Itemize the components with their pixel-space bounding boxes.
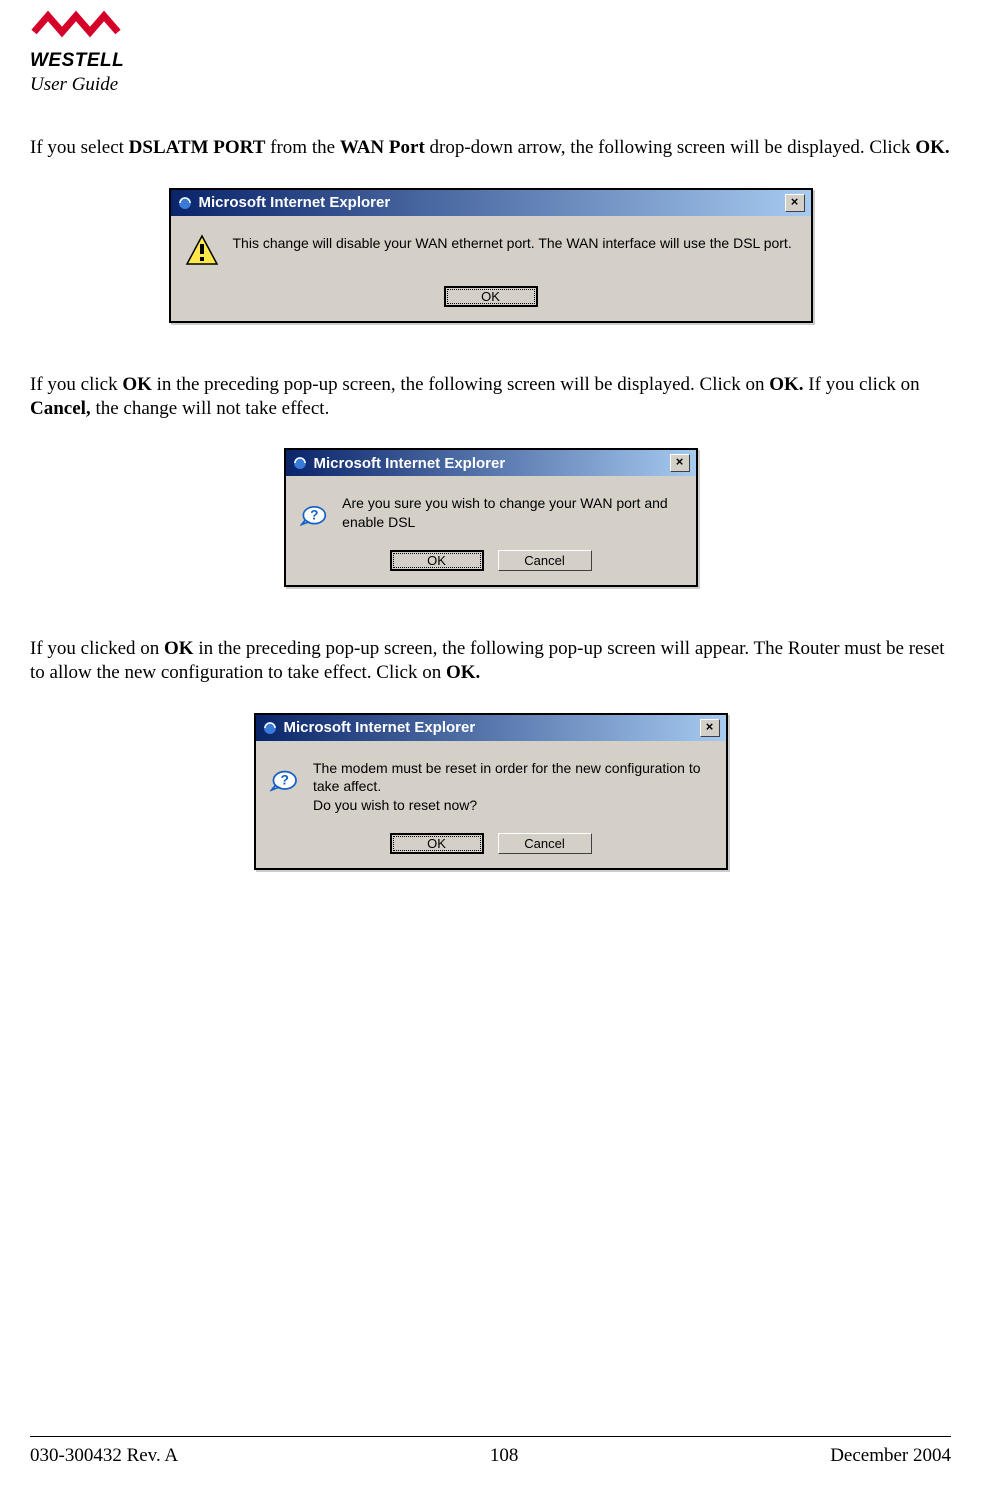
ie-icon xyxy=(262,720,278,736)
brand-name: WESTELL xyxy=(30,50,124,72)
footer-left: 030-300432 Rev. A xyxy=(30,1445,178,1467)
footer-page-number: 108 xyxy=(490,1445,519,1467)
text-bold: OK. xyxy=(446,662,480,683)
close-icon[interactable]: × xyxy=(785,194,805,212)
dialog-1: Microsoft Internet Explorer × This chang… xyxy=(169,188,813,323)
question-icon: ? xyxy=(300,494,329,528)
dialog-1-message: This change will disable your WAN ethern… xyxy=(233,234,792,253)
close-icon[interactable]: × xyxy=(670,454,690,472)
ie-icon xyxy=(292,455,308,471)
text: in the preceding pop-up screen, the foll… xyxy=(152,374,769,395)
dialog-3-message-line2: Do you wish to reset now? xyxy=(313,796,712,815)
text-bold: OK. xyxy=(915,137,949,158)
dialog-3-message-line1: The modem must be reset in order for the… xyxy=(313,759,712,797)
doc-label: User Guide xyxy=(30,74,951,96)
text-bold: OK xyxy=(122,374,152,395)
svg-text:?: ? xyxy=(280,771,288,787)
page-content: If you select DSLATM PORT from the WAN P… xyxy=(30,136,951,870)
page-footer: 030-300432 Rev. A 108 December 2004 xyxy=(30,1445,951,1467)
close-icon[interactable]: × xyxy=(700,719,720,737)
text-bold: Cancel, xyxy=(30,398,91,419)
brand-logo: WESTELL xyxy=(30,10,124,72)
footer-right: December 2004 xyxy=(830,1445,951,1467)
cancel-button[interactable]: Cancel xyxy=(498,550,592,571)
text: If you click xyxy=(30,374,122,395)
ok-button[interactable]: OK xyxy=(444,286,538,307)
page-header: WESTELL User Guide xyxy=(30,0,951,96)
text-bold: WAN Port xyxy=(340,137,425,158)
text: If you clicked on xyxy=(30,638,164,659)
text-bold: OK. xyxy=(769,374,803,395)
dialog-2-titlebar: Microsoft Internet Explorer × xyxy=(286,450,696,476)
paragraph-1: If you select DSLATM PORT from the WAN P… xyxy=(30,136,951,160)
dialog-1-wrap: Microsoft Internet Explorer × This chang… xyxy=(30,188,951,323)
dialog-1-titlebar: Microsoft Internet Explorer × xyxy=(171,190,811,216)
ok-button[interactable]: OK xyxy=(390,833,484,854)
text: from the xyxy=(265,137,339,158)
cancel-button[interactable]: Cancel xyxy=(498,833,592,854)
text-bold: OK xyxy=(164,638,194,659)
ok-button[interactable]: OK xyxy=(390,550,484,571)
dialog-1-title: Microsoft Internet Explorer xyxy=(199,194,391,211)
paragraph-2: If you click OK in the preceding pop-up … xyxy=(30,373,951,421)
dialog-3-message: The modem must be reset in order for the… xyxy=(313,759,712,816)
dialog-3-wrap: Microsoft Internet Explorer × ? The mode… xyxy=(30,713,951,871)
dialog-3-titlebar: Microsoft Internet Explorer × xyxy=(256,715,726,741)
westell-logo-icon xyxy=(30,10,122,48)
ie-icon xyxy=(177,195,193,211)
text: drop-down arrow, the following screen wi… xyxy=(425,137,916,158)
text: If you click on xyxy=(804,374,920,395)
paragraph-3: If you clicked on OK in the preceding po… xyxy=(30,637,951,685)
text: If you select xyxy=(30,137,129,158)
footer-rule xyxy=(30,1436,951,1437)
question-icon: ? xyxy=(270,759,299,793)
dialog-3-title: Microsoft Internet Explorer xyxy=(284,719,476,736)
text: the change will not take effect. xyxy=(91,398,330,419)
dialog-2-wrap: Microsoft Internet Explorer × ? Are you … xyxy=(30,448,951,587)
svg-text:?: ? xyxy=(310,508,318,523)
dialog-2: Microsoft Internet Explorer × ? Are you … xyxy=(284,448,698,587)
text-bold: DSLATM PORT xyxy=(129,137,266,158)
warning-icon xyxy=(185,234,219,268)
dialog-2-message: Are you sure you wish to change your WAN… xyxy=(342,494,681,532)
dialog-3: Microsoft Internet Explorer × ? The mode… xyxy=(254,713,728,871)
dialog-2-title: Microsoft Internet Explorer xyxy=(314,455,506,472)
